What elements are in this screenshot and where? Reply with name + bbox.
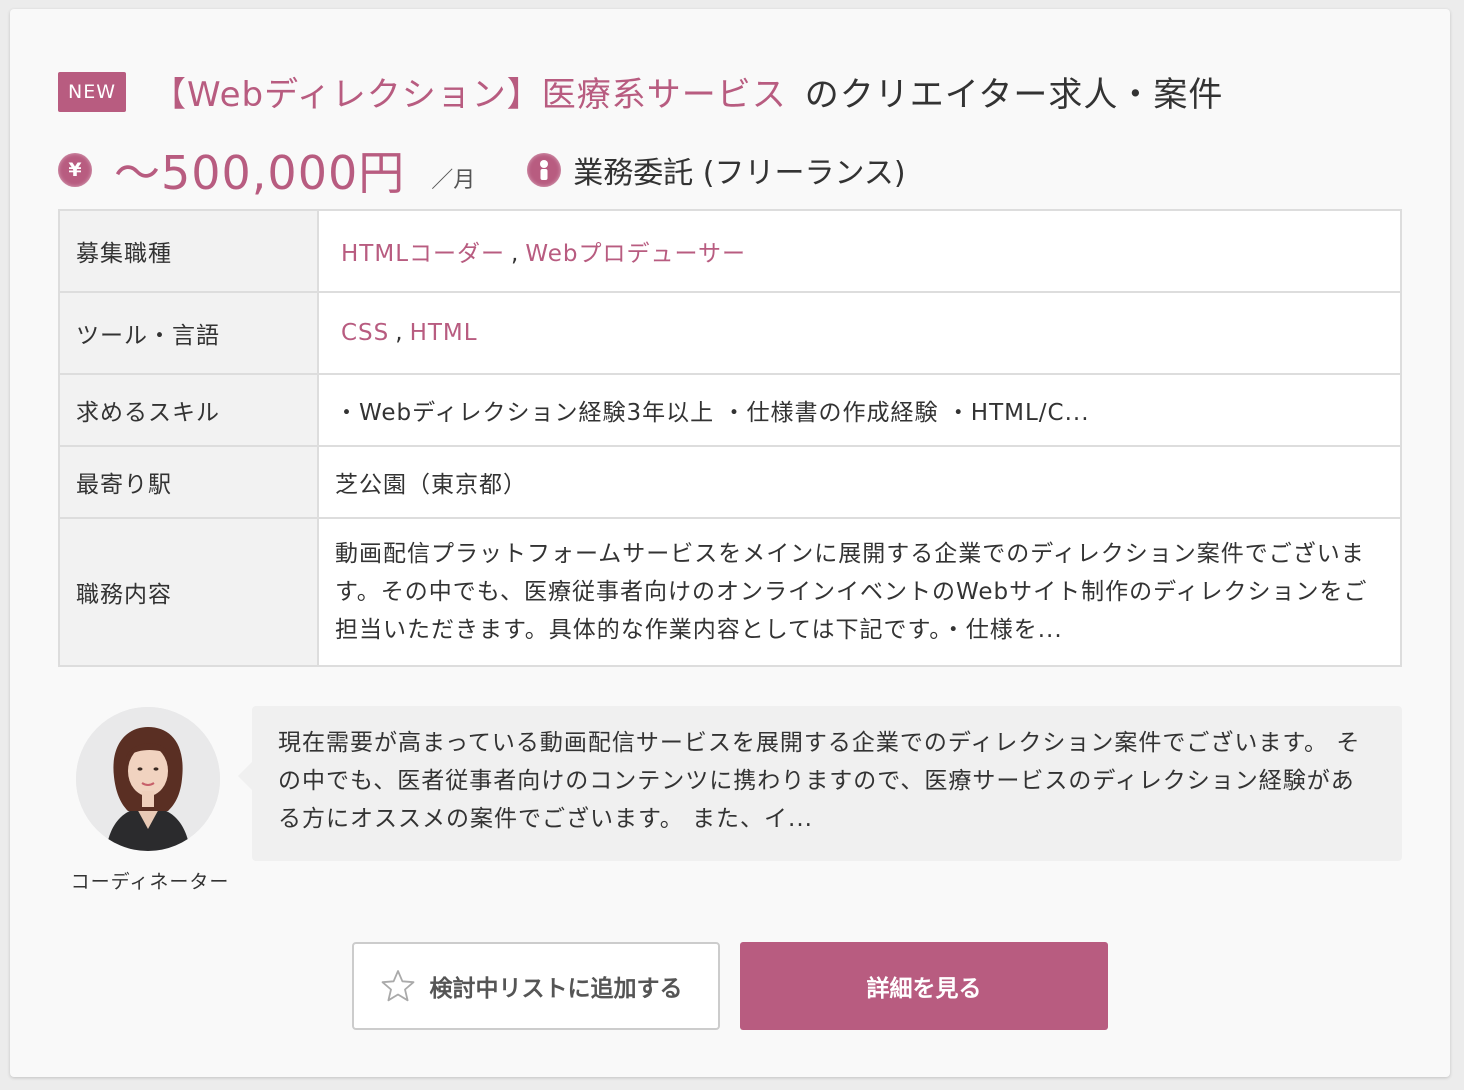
- coordinator-avatar: [76, 707, 220, 851]
- station-value: 芝公園（東京都）: [317, 445, 1402, 519]
- contract-type: 業務委託 (フリーランス): [573, 156, 906, 191]
- job-type-value: HTMLコーダー, Webプロデューサー: [317, 209, 1402, 293]
- star-icon: [381, 970, 414, 1002]
- station-label: 最寄り駅: [58, 445, 319, 519]
- coordinator-comment: 現在需要が高まっている動画配信サービスを展開する企業でのディレクション案件でござ…: [238, 706, 1402, 861]
- job-type-link-web-producer[interactable]: Webプロデューサー: [525, 241, 746, 267]
- job-type-label: 募集職種: [58, 209, 319, 293]
- job-card: NEW 【Webディレクション】医療系サービス のクリエイター求人・案件 ¥ ～…: [10, 9, 1450, 1077]
- job-details-table: 募集職種 HTMLコーダー, Webプロデューサー ツール・言語 CSS, HTML…: [58, 209, 1402, 667]
- salary-contract-row: ¥ ～500,000円 ／月 業務委託 (フリーランス): [58, 137, 906, 203]
- job-title-suffix: のクリエイター求人・案件: [804, 75, 1224, 115]
- job-title-row: NEW 【Webディレクション】医療系サービス のクリエイター求人・案件: [58, 67, 1223, 116]
- salary-amount: ～500,000円: [114, 146, 406, 200]
- add-to-list-label: 検討中リストに追加する: [429, 976, 683, 1002]
- duties-value: 動画配信プラットフォームサービスをメインに展開する企業でのディレクション案件でご…: [317, 517, 1402, 667]
- yen-icon: ¥: [58, 153, 92, 187]
- table-row: 職務内容 動画配信プラットフォームサービスをメインに展開する企業でのディレクショ…: [58, 517, 1402, 667]
- tool-link-html[interactable]: HTML: [410, 320, 478, 346]
- view-details-label: 詳細を見る: [866, 976, 982, 1002]
- tools-label: ツール・言語: [58, 291, 319, 375]
- job-title-link[interactable]: 【Webディレクション】医療系サービス: [152, 67, 787, 116]
- skills-label: 求めるスキル: [58, 373, 319, 447]
- job-type-link-html-coder[interactable]: HTMLコーダー: [341, 241, 505, 267]
- new-badge: NEW: [58, 71, 126, 112]
- salary-unit: ／月: [431, 168, 476, 193]
- separator: ,: [395, 320, 404, 346]
- duties-label: 職務内容: [58, 517, 319, 667]
- tools-value: CSS, HTML: [317, 291, 1402, 375]
- separator: ,: [511, 241, 520, 267]
- skills-value: ・Webディレクション経験3年以上 ・仕様書の作成経験 ・HTML/C...: [317, 373, 1402, 447]
- person-icon: [527, 153, 562, 187]
- table-row: 最寄り駅 芝公園（東京都）: [58, 445, 1402, 519]
- table-row: ツール・言語 CSS, HTML: [58, 291, 1402, 375]
- add-to-list-button[interactable]: 検討中リストに追加する: [352, 942, 720, 1030]
- view-details-button[interactable]: 詳細を見る: [740, 942, 1108, 1030]
- table-row: 募集職種 HTMLコーダー, Webプロデューサー: [58, 209, 1402, 293]
- coordinator-label: コーディネーター: [70, 871, 230, 893]
- tool-link-css[interactable]: CSS: [341, 320, 389, 346]
- table-row: 求めるスキル ・Webディレクション経験3年以上 ・仕様書の作成経験 ・HTML…: [58, 373, 1402, 447]
